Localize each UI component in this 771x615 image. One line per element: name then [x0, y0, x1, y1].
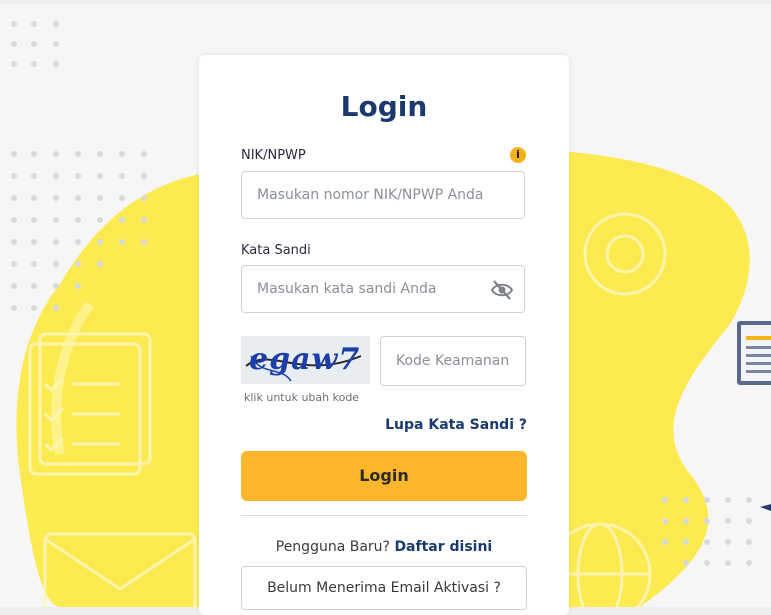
- password-placeholder: Masukan kata sandi Anda: [257, 281, 437, 297]
- forgot-password-link[interactable]: Lupa Kata Sandi ?: [385, 417, 527, 433]
- login-card: Login NIK/NPWP i Masukan nomor NIK/NPWP …: [199, 55, 569, 615]
- register-link[interactable]: Daftar disini: [394, 539, 492, 555]
- security-code-input[interactable]: Kode Keamanan: [380, 336, 526, 386]
- captcha-hint[interactable]: klik untuk ubah kode: [244, 391, 359, 404]
- security-code-placeholder: Kode Keamanan: [396, 353, 510, 369]
- captcha-image[interactable]: egaw7: [241, 336, 370, 384]
- new-user-text: Pengguna Baru?: [275, 539, 390, 555]
- login-button[interactable]: Login: [241, 451, 527, 501]
- page-title: Login: [340, 90, 428, 123]
- nik-placeholder: Masukan nomor NIK/NPWP Anda: [257, 187, 484, 203]
- eye-slash-icon[interactable]: [490, 279, 514, 305]
- password-label: Kata Sandi: [241, 243, 311, 258]
- nik-input[interactable]: Masukan nomor NIK/NPWP Anda: [241, 171, 525, 219]
- nik-label: NIK/NPWP: [241, 148, 306, 163]
- divider: [241, 515, 527, 516]
- register-row: Pengguna Baru? Daftar disini: [199, 539, 569, 555]
- activation-email-button[interactable]: Belum Menerima Email Aktivasi ?: [241, 566, 527, 610]
- info-icon[interactable]: i: [510, 147, 526, 163]
- captcha-text: egaw7: [249, 342, 361, 377]
- password-input[interactable]: Masukan kata sandi Anda: [241, 265, 525, 313]
